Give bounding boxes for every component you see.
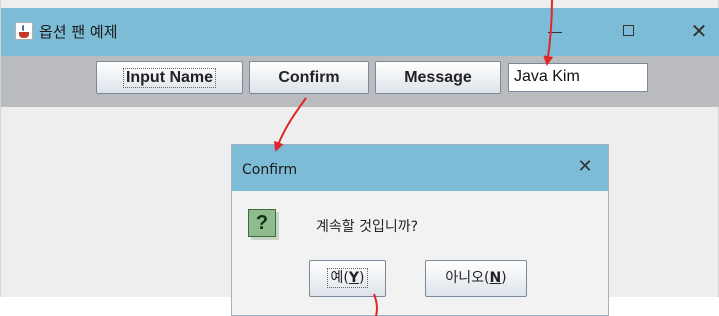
toolbar: Input Name Confirm Message Java Kim [1, 56, 719, 107]
no-button[interactable]: 아니오(N) [425, 260, 527, 297]
name-text-field[interactable]: Java Kim [508, 63, 648, 92]
dialog-close-button[interactable]: ✕ [570, 155, 600, 179]
confirm-button[interactable]: Confirm [249, 61, 369, 94]
close-icon: ✕ [577, 156, 593, 177]
dialog-titlebar[interactable]: Confirm ✕ [232, 145, 608, 191]
question-icon: ? [248, 209, 276, 237]
yes-button[interactable]: 예(Y) [309, 260, 386, 297]
window-titlebar[interactable]: 옵션 팬 예제 ✕ [1, 8, 719, 56]
maximize-button[interactable] [609, 18, 649, 44]
no-button-label: 아니오(N) [445, 270, 507, 286]
message-button[interactable]: Message [375, 61, 501, 94]
maximize-icon [623, 25, 634, 36]
dialog-message: 계속할 것입니까? [316, 219, 419, 235]
java-app-icon [15, 22, 33, 40]
window-title: 옵션 팬 예제 [39, 23, 118, 41]
close-button[interactable]: ✕ [679, 18, 719, 44]
yes-button-label: 예(Y) [326, 268, 369, 288]
dialog-title: Confirm [242, 162, 298, 178]
input-name-button[interactable]: Input Name [96, 61, 243, 94]
confirm-dialog: Confirm ✕ ? 계속할 것입니까? 예(Y) 아니오(N) [231, 144, 609, 316]
minimize-button[interactable] [535, 18, 575, 44]
close-icon: ✕ [690, 19, 708, 43]
minimize-icon [548, 32, 562, 33]
input-name-button-label: Input Name [122, 68, 217, 88]
